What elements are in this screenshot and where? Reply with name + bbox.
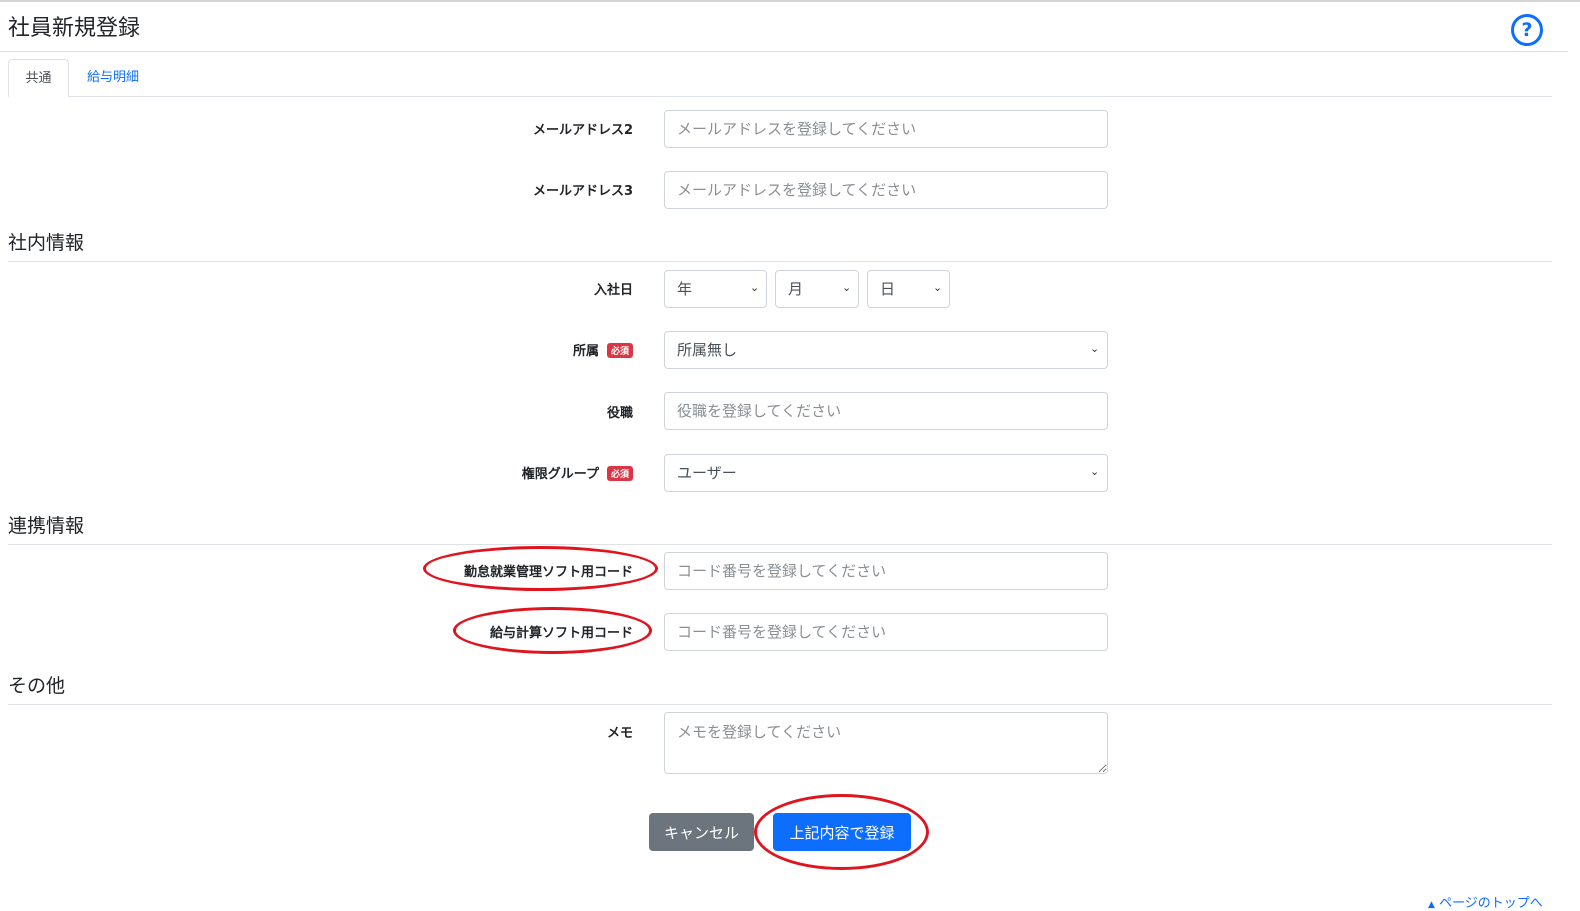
payroll-code-input[interactable] (664, 613, 1108, 651)
section-integration: 連携情報 (8, 509, 1552, 545)
permission-group-label-text: 権限グループ (521, 467, 599, 482)
join-date-label: 入社日 (593, 283, 633, 298)
department-label: 所属 必須 (573, 340, 633, 359)
section-integration-title: 連携情報 (8, 515, 85, 537)
email3-input[interactable] (664, 171, 1108, 209)
permission-group-select[interactable]: ユーザー (664, 454, 1108, 492)
annotation-ring (423, 546, 658, 591)
tab-bar: 共通 給与明細 (8, 59, 1552, 97)
caret-up-icon: ▲ (1428, 900, 1435, 910)
position-input[interactable] (664, 392, 1108, 430)
permission-group-label: 権限グループ 必須 (522, 463, 633, 482)
email2-input[interactable] (664, 110, 1108, 148)
required-badge: 必須 (606, 343, 633, 358)
top-border (0, 0, 1580, 2)
department-select[interactable]: 所属無し (664, 331, 1108, 369)
tab-payslip[interactable]: 給与明細 (71, 59, 155, 97)
section-internal-title: 社内情報 (8, 232, 85, 254)
annotation-ring (754, 794, 929, 870)
page-title: 社員新規登録 (8, 16, 141, 41)
email3-label: メールアドレス3 (532, 184, 633, 199)
tab-common[interactable]: 共通 (8, 59, 69, 97)
position-label: 役職 (606, 406, 633, 421)
section-internal: 社内情報 (8, 226, 1552, 262)
help-icon[interactable]: ? (1511, 14, 1543, 46)
section-other-title: その他 (8, 675, 66, 697)
join-year-select[interactable]: 年 (664, 270, 767, 308)
annotation-ring (453, 607, 652, 654)
join-day-select[interactable]: 日 (867, 270, 950, 308)
cancel-button[interactable]: キャンセル (649, 813, 754, 851)
section-other: その他 (8, 669, 1552, 705)
page-top-link[interactable]: ▲ ページのトップへ (1428, 892, 1543, 911)
page-top-label: ページのトップへ (1439, 896, 1543, 911)
memo-label: メモ (606, 726, 633, 741)
join-month-select[interactable]: 月 (775, 270, 859, 308)
memo-textarea[interactable] (664, 712, 1108, 774)
header-divider (0, 51, 1568, 52)
required-badge: 必須 (606, 466, 633, 481)
email2-label: メールアドレス2 (532, 123, 633, 138)
department-label-text: 所属 (572, 344, 599, 359)
attendance-code-input[interactable] (664, 552, 1108, 590)
